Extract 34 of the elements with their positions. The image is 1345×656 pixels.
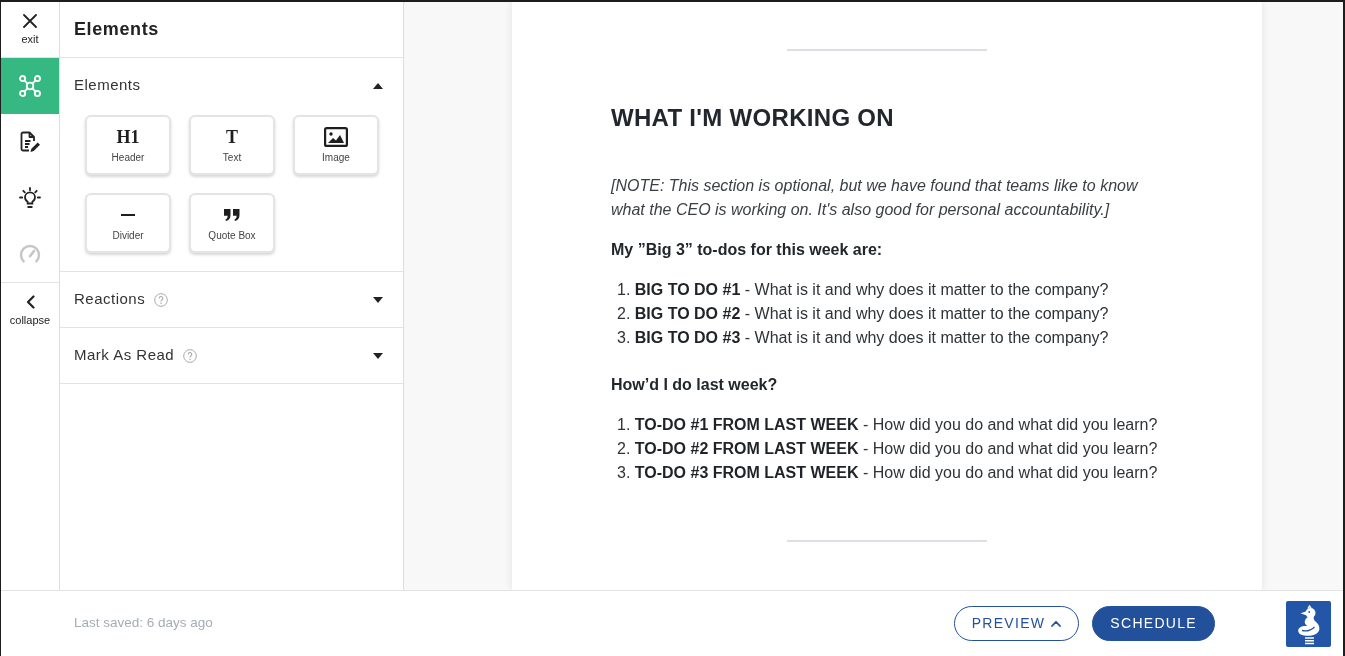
list-item: 1. TO-DO #1 FROM LAST WEEK - How did you do and what did you learn? (616, 415, 1159, 435)
tile-glyph: T (226, 127, 238, 147)
section-heading: WHAT I'M WORKING ON (611, 103, 895, 133)
caret-down-icon (373, 296, 383, 303)
subheading: How’d I do last week? (611, 375, 779, 395)
caret-up-icon (373, 82, 383, 89)
list-item: 2. TO-DO #2 FROM LAST WEEK - How did you do and what did you learn? (616, 439, 1159, 459)
note-paragraph: [NOTE: This section is optional, but we have found that teams like to know what the CEO is working on. It's also good for personal accountability.] (611, 176, 1140, 220)
close-icon (23, 13, 37, 28)
gauge-icon (19, 244, 41, 264)
list-item: 3. TO-DO #3 FROM LAST WEEK - How did you do and what did you learn? (616, 463, 1159, 483)
tile-glyph: H1 (116, 127, 140, 147)
element-tile[interactable]: H1 Header (85, 115, 171, 175)
preview-button[interactable]: PREVIEW (953, 606, 1080, 641)
image-icon (324, 127, 348, 147)
collapse-button[interactable]: collapse (1, 282, 59, 327)
element-tile[interactable]: Quote Box (189, 193, 275, 253)
element-tile[interactable]: Image (293, 115, 379, 175)
list-item: 1. BIG TO DO #1 - What is it and why does it matter to the company? (616, 280, 1110, 300)
list-item: 3. BIG TO DO #3 - What is it and why does it matter to the company? (616, 328, 1110, 348)
element-tile[interactable]: Divider (85, 193, 171, 253)
list-item: 2. BIG TO DO #2 - What is it and why does it matter to the company? (616, 304, 1110, 324)
schedule-button[interactable]: SCHEDULE (1092, 606, 1215, 641)
caret-down-icon (373, 352, 383, 359)
element-tile[interactable]: T Text (189, 115, 275, 175)
quote-icon (224, 209, 240, 221)
document-pencil-icon (20, 131, 40, 153)
last-saved-text: Last saved: 6 days ago (74, 614, 213, 633)
horizontal-line-icon (121, 214, 135, 216)
subheading: My ”Big 3” to-dos for this week are: (611, 240, 884, 260)
duck-logo-icon[interactable] (1286, 600, 1331, 647)
lightbulb-icon (19, 187, 41, 209)
chevron-left-icon (25, 295, 35, 309)
network-icon (19, 75, 41, 97)
